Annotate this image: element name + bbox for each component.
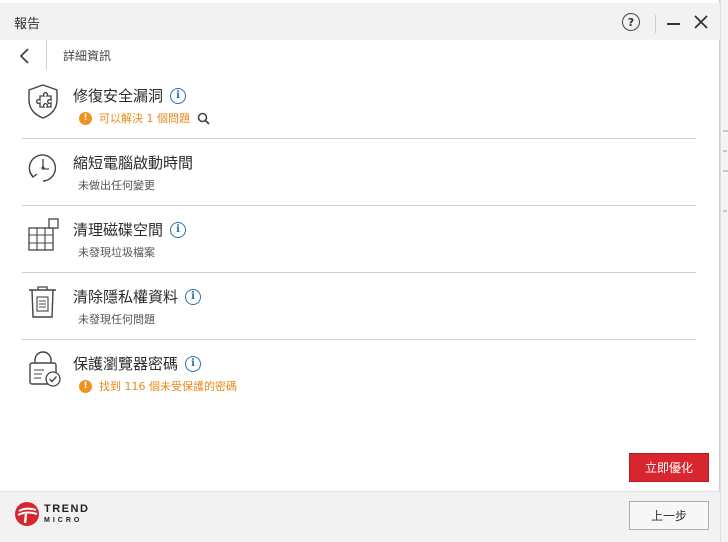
info-icon[interactable]: i (185, 355, 202, 372)
trend-micro-logo-icon (15, 502, 39, 526)
disk-grid-icon (28, 218, 59, 251)
previous-button[interactable]: 上一步 (629, 501, 709, 530)
item-status-warning: ! 可以解決 1 個問題 (79, 110, 210, 126)
title-bar-divider (655, 15, 656, 33)
close-button[interactable] (687, 8, 715, 36)
item-status-text: 未做出任何變更 (78, 179, 155, 192)
item-status-warning: ! 找到 116 個未受保護的密碼 (79, 378, 237, 394)
item-status-text: 找到 116 個未受保護的密碼 (99, 380, 237, 393)
item-title: 清除隱私權資料 (73, 288, 179, 306)
list-item-fix-vulnerabilities: 修復安全漏洞 i ! 可以解決 1 個問題 (22, 72, 696, 139)
trash-document-icon (29, 286, 56, 318)
page-title: 詳細資訊 (63, 49, 112, 63)
details-header: 詳細資訊 (0, 40, 720, 70)
help-button[interactable]: ? (617, 8, 645, 36)
item-status: 未做出任何變更 (78, 177, 155, 193)
item-status-text: 未發現任何問題 (78, 313, 155, 326)
logo-text-line1: TREND (44, 503, 90, 515)
item-status: 未發現任何問題 (78, 311, 155, 327)
list-item-browser-passwords: 保護瀏覽器密碼 i ! 找到 116 個未受保護的密碼 (22, 340, 696, 407)
chevron-left-icon (19, 48, 29, 64)
window-title: 報告 (14, 17, 41, 32)
warning-icon: ! (79, 111, 92, 125)
item-title: 縮短電腦啟動時間 (73, 154, 194, 172)
question-circle-icon: ? (622, 13, 640, 31)
optimize-now-button[interactable]: 立即優化 (629, 453, 709, 482)
logo-text-line2: MICRO (44, 517, 83, 524)
item-title: 清理磁碟空間 (73, 221, 164, 239)
item-status: 未發現垃圾檔案 (78, 244, 155, 260)
header-divider (46, 40, 47, 70)
search-icon[interactable] (197, 112, 210, 125)
info-icon[interactable]: i (170, 221, 187, 238)
list-item-disk-cleanup: 清理磁碟空間 i 未發現垃圾檔案 (22, 206, 696, 273)
lock-check-icon (29, 351, 61, 387)
item-title: 修復安全漏洞 (73, 87, 164, 105)
list-item-startup-time: 縮短電腦啟動時間 未做出任何變更 (22, 139, 696, 206)
warning-icon: ! (79, 379, 92, 393)
info-icon[interactable]: i (170, 87, 187, 104)
minimize-icon (666, 22, 680, 25)
item-status-text: 可以解決 1 個問題 (99, 112, 190, 125)
back-button[interactable] (12, 43, 38, 69)
trend-micro-logo: TREND MICRO (14, 501, 89, 527)
close-icon (694, 15, 708, 29)
item-status-text: 未發現垃圾檔案 (78, 246, 155, 259)
report-dialog: 報告 ? 詳細資訊 修復安全漏洞 i ! 可以解決 1 個問題 縮短電腦啟動時間… (0, 0, 720, 542)
shield-puzzle-icon (28, 84, 58, 119)
clock-startup-icon (28, 154, 57, 182)
footer: TREND MICRO 上一步 (0, 491, 720, 542)
info-icon[interactable]: i (185, 288, 202, 305)
list-item-privacy-data: 清除隱私權資料 i 未發現任何問題 (22, 273, 696, 340)
background-window-edge (720, 0, 728, 542)
item-title: 保護瀏覽器密碼 (73, 355, 179, 373)
title-bar: 報告 ? (0, 3, 720, 40)
minimize-button[interactable] (659, 8, 687, 36)
